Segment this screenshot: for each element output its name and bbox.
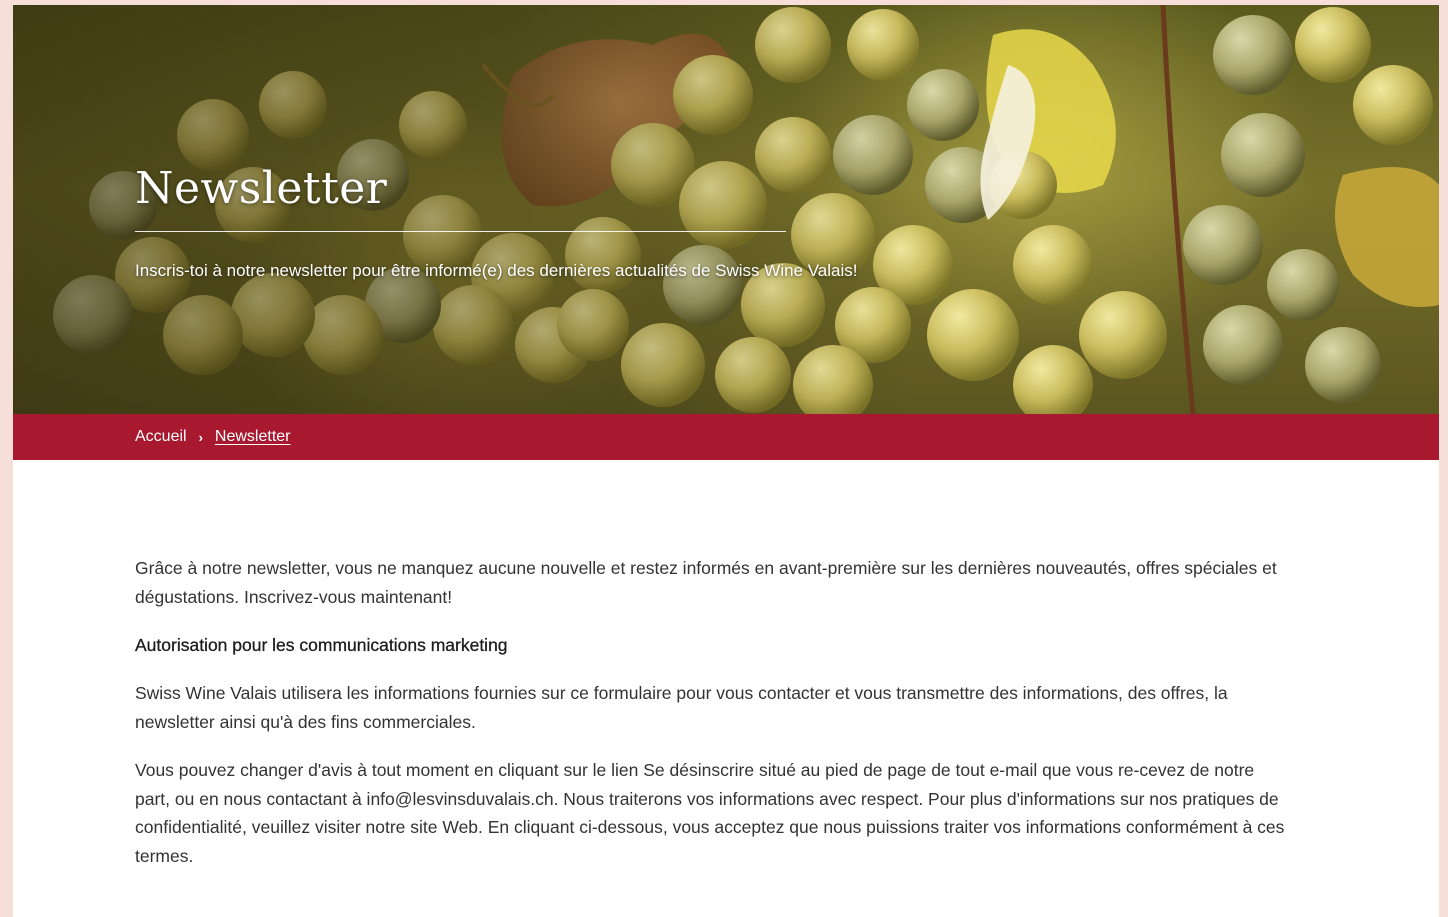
page: Newsletter Inscris-toi à notre newslette… bbox=[13, 5, 1439, 917]
title-divider bbox=[135, 231, 786, 232]
privacy-paragraph: Vous pouvez changer d'avis à tout moment… bbox=[135, 760, 1285, 866]
breadcrumb-current-link[interactable]: Newsletter bbox=[215, 428, 291, 446]
breadcrumb-bar: Accueil › Newsletter bbox=[13, 414, 1439, 460]
hero-banner: Newsletter Inscris-toi à notre newslette… bbox=[13, 5, 1439, 414]
chevron-right-icon: › bbox=[198, 429, 203, 445]
hero-subtitle: Inscris-toi à notre newsletter pour être… bbox=[135, 261, 858, 280]
consent-heading: Autorisation pour les communications mar… bbox=[135, 635, 508, 655]
main-content: Grâce à notre newsletter, vous ne manque… bbox=[135, 554, 1285, 890]
intro-paragraph: Grâce à notre newsletter, vous ne manque… bbox=[135, 558, 1277, 607]
breadcrumb-home-link[interactable]: Accueil bbox=[135, 428, 187, 446]
page-title: Newsletter bbox=[135, 163, 388, 214]
consent-paragraph: Swiss Wine Valais utilisera les informat… bbox=[135, 683, 1228, 732]
breadcrumb: Accueil › Newsletter bbox=[135, 428, 291, 446]
